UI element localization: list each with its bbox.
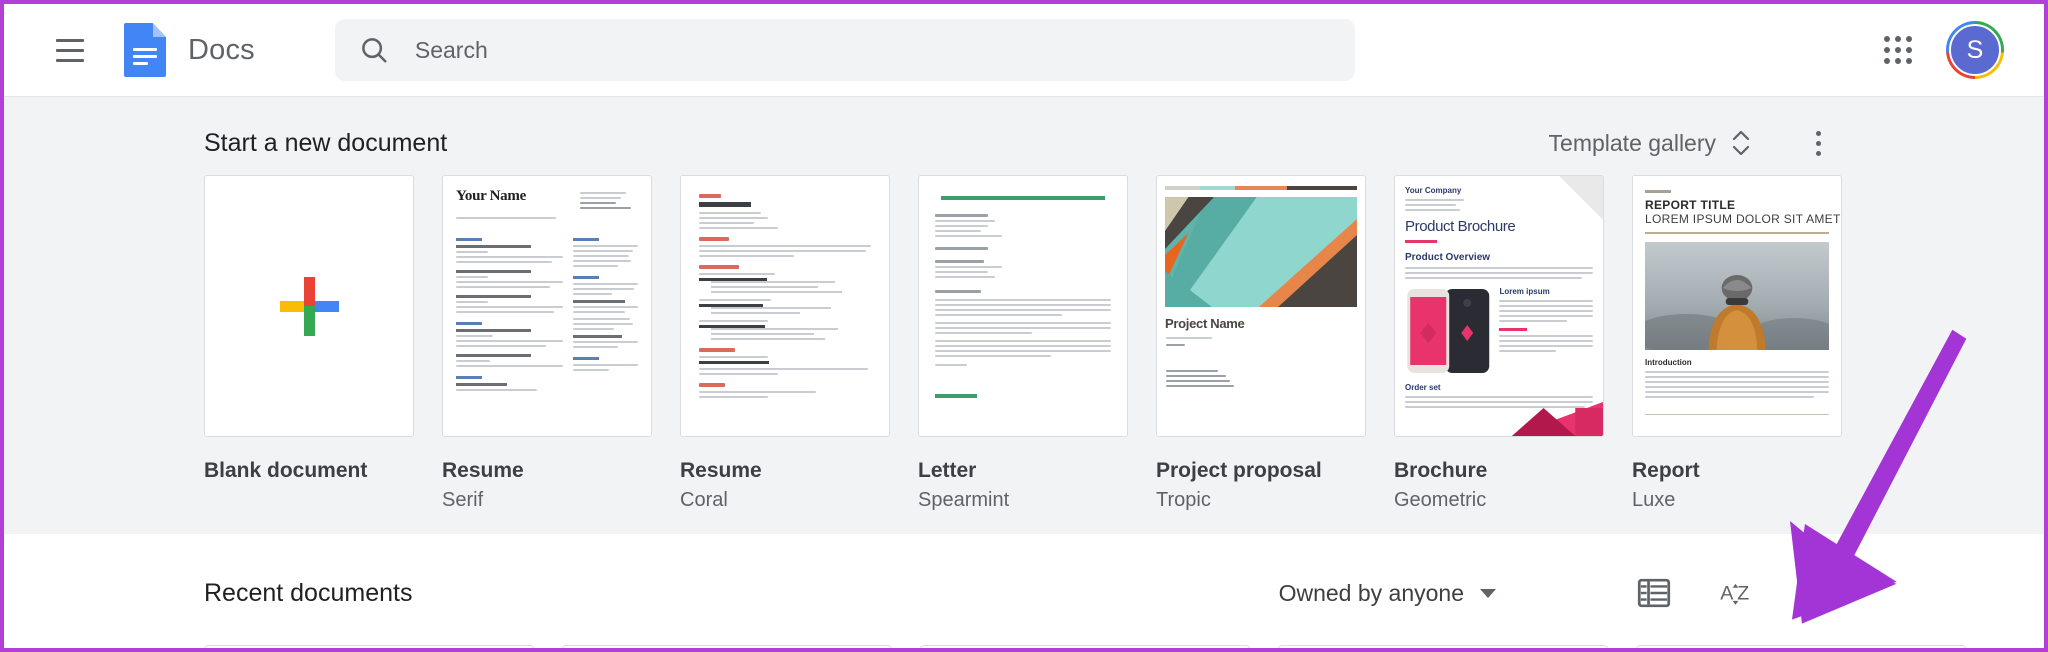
template-thumbnail[interactable] (680, 175, 890, 437)
owner-filter-label: Owned by anyone (1278, 579, 1464, 606)
header-right-actions: S (1872, 21, 2014, 79)
search-bar[interactable]: Search (334, 19, 1355, 81)
template-name: Project proposal (1156, 459, 1322, 482)
list-view-icon[interactable] (1628, 567, 1680, 619)
avatar-initial: S (1949, 24, 2001, 76)
template-card-brochure-geometric[interactable]: Your Company Product Brochure Product Ov… (1394, 175, 1604, 512)
template-gallery-label: Template gallery (1548, 129, 1716, 156)
plus-icon (205, 176, 413, 436)
template-name: Brochure (1394, 459, 1488, 482)
folder-picker-icon[interactable] (1792, 567, 1844, 619)
thumb-brochure-title: Product Brochure (1405, 218, 1516, 235)
hamburger-menu-icon[interactable] (42, 22, 98, 78)
template-thumbnail[interactable]: REPORT TITLE LOREM IPSUM DOLOR SIT AMET (1632, 175, 1842, 437)
thumb-company: Your Company (1405, 186, 1462, 195)
search-input[interactable]: Search (415, 37, 488, 64)
template-thumbnail[interactable]: Your Company Product Brochure Product Ov… (1394, 175, 1604, 437)
chevron-up-down-icon (1732, 131, 1750, 155)
template-gallery-toggle[interactable]: Template gallery (1539, 122, 1760, 165)
caret-down-icon (1480, 588, 1496, 598)
template-subtitle: Geometric (1394, 489, 1487, 511)
thumb-stripe (1165, 186, 1357, 190)
section-heading: Start a new document (204, 128, 448, 157)
recent-doc-card[interactable] (1278, 645, 1608, 648)
template-subtitle: Spearmint (918, 489, 1010, 511)
template-thumbnail[interactable] (204, 175, 414, 437)
template-thumbnail[interactable] (918, 175, 1128, 437)
template-thumbnail[interactable]: Project Name (1156, 175, 1366, 437)
template-card-resume-coral[interactable]: Resume Coral (680, 175, 890, 512)
template-card-report-luxe[interactable]: REPORT TITLE LOREM IPSUM DOLOR SIT AMET (1632, 175, 1842, 512)
sort-az-icon[interactable]: A Z (1710, 567, 1762, 619)
thumb-photo (1645, 242, 1829, 350)
recent-documents-grid-peek (204, 645, 2004, 648)
thumb-report-section: Introduction (1645, 358, 1692, 367)
template-subtitle: Serif (442, 489, 484, 511)
start-new-document-section: Start a new document Template gallery Bl… (4, 96, 2044, 534)
avatar[interactable]: S (1946, 21, 2004, 79)
template-card-blank-document[interactable]: Blank document (204, 175, 414, 512)
google-docs-logo-icon (124, 23, 166, 77)
svg-text:Z: Z (1737, 583, 1749, 605)
thumb-report-subtitle: LOREM IPSUM DOLOR SIT AMET (1645, 212, 1841, 226)
thumb-geometric-art (1165, 197, 1357, 307)
template-name: Report (1632, 459, 1700, 482)
app-header: Docs Search S (4, 4, 2044, 96)
recent-documents-title: Recent documents (204, 578, 413, 607)
svg-text:A: A (1720, 583, 1734, 605)
template-name: Blank document (204, 459, 368, 482)
template-card-resume-serif[interactable]: Your Name Resume Serif (442, 175, 652, 512)
owner-filter-dropdown[interactable]: Owned by anyone (1267, 570, 1508, 617)
template-subtitle: Coral (680, 489, 728, 511)
recent-doc-card[interactable] (920, 645, 1250, 648)
thumb-brochure-section: Product Overview (1405, 252, 1491, 263)
google-apps-grid-icon[interactable] (1872, 24, 1924, 76)
thumb-corner-accent (1395, 402, 1603, 436)
template-subtitle: Tropic (1156, 489, 1211, 511)
template-name: Letter (918, 459, 977, 482)
template-name: Resume (442, 459, 524, 482)
thumb-report-title: REPORT TITLE (1645, 198, 1736, 212)
template-card-project-proposal-tropic[interactable]: Project Name Project proposal Tropic (1156, 175, 1366, 512)
search-icon (362, 38, 387, 63)
template-subtitle: Luxe (1632, 489, 1676, 511)
thumb-resume-name: Your Name (456, 188, 526, 204)
recent-doc-card[interactable] (562, 645, 892, 648)
template-name: Resume (680, 459, 762, 482)
thumb-project-title: Project Name (1165, 316, 1245, 331)
template-thumbnail[interactable]: Your Name (442, 175, 652, 437)
template-list: Blank document Your Name Resume Serif Re… (204, 175, 1844, 512)
app-title: Docs (188, 33, 255, 66)
template-card-letter-spearmint[interactable]: Letter Spearmint (918, 175, 1128, 512)
recent-doc-card[interactable] (1636, 645, 1966, 648)
recent-doc-card[interactable] (204, 645, 534, 648)
google-docs-home-screen: Docs Search S Start a new document Templ… (0, 0, 2048, 652)
more-vertical-icon[interactable] (1792, 117, 1844, 169)
recent-documents-section: Recent documents Owned by anyone A Z (4, 534, 2044, 648)
templates-toolbar: Start a new document Template gallery (204, 97, 1844, 175)
